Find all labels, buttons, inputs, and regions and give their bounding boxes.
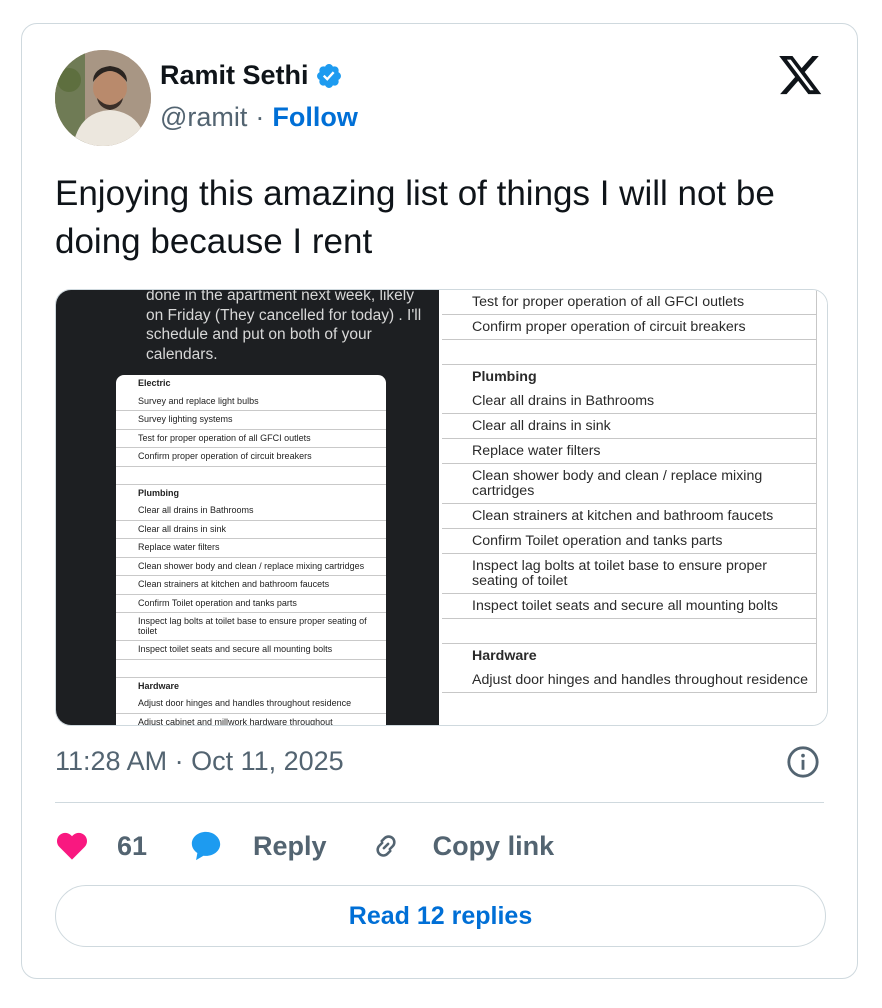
checklist-section-header: Plumbing xyxy=(442,365,817,389)
checklist-row: Adjust door hinges and handles throughou… xyxy=(116,695,386,714)
avatar-image xyxy=(55,50,151,146)
checklist-row: Inspect toilet seats and secure all moun… xyxy=(442,594,817,619)
checklist-row: Confirm proper operation of circuit brea… xyxy=(442,315,817,340)
checklist-row: Clear all drains in sink xyxy=(442,414,817,439)
follow-button[interactable]: Follow xyxy=(272,102,357,133)
checklist-row: Clear all drains in sink xyxy=(116,521,386,539)
reply-label: Reply xyxy=(253,830,327,861)
reply-button[interactable]: Reply xyxy=(189,829,327,863)
checklist-row: Replace water filters xyxy=(116,539,386,558)
checklist-blank-row xyxy=(442,619,817,644)
checklist-row: Clean shower body and clean / replace mi… xyxy=(442,464,817,504)
author-handle[interactable]: @ramit xyxy=(160,102,247,133)
link-icon xyxy=(376,835,396,857)
media-left-checklist: Electric Survey and replace light bulbs Su… xyxy=(116,375,386,725)
tweet-card: Ramit Sethi @ramit · Follow Enjoying thi… xyxy=(21,23,858,979)
info-icon[interactable] xyxy=(786,745,820,779)
author-handle-row: @ramit · Follow xyxy=(160,102,358,133)
media-right-checklist: Test for proper operation of all GFCI ou… xyxy=(442,290,827,725)
copy-link-button[interactable]: Copy link xyxy=(369,829,555,863)
speech-bubble-icon xyxy=(191,831,221,861)
checklist-row: Clear all drains in Bathrooms xyxy=(116,502,386,521)
checklist-row: Adjust cabinet and millwork hardware thr… xyxy=(116,714,386,725)
checklist-row: Adjust door hinges and handles throughou… xyxy=(442,668,817,693)
checklist-row: Survey and replace light bulbs xyxy=(116,393,386,411)
like-count: 61 xyxy=(117,830,148,861)
separator-dot: · xyxy=(255,102,265,132)
checklist-row: Inspect lag bolts at toilet base to ensu… xyxy=(442,554,817,594)
checklist-row: Clean shower body and clean / replace mi… xyxy=(116,558,386,576)
checklist-section-header: Hardware xyxy=(442,644,817,668)
avatar[interactable] xyxy=(55,50,151,146)
divider xyxy=(55,802,824,803)
checklist-blank-row xyxy=(116,660,386,678)
checklist-row: Confirm proper operation of circuit brea… xyxy=(116,448,386,467)
checklist-blank-row xyxy=(116,467,386,485)
checklist-row: Clean strainers at kitchen and bathroom … xyxy=(116,576,386,595)
checklist-row: Clear all drains in Bathrooms xyxy=(442,389,817,414)
heart-icon xyxy=(56,832,88,860)
action-bar: 61 Reply Copy link xyxy=(55,824,596,868)
checklist-row: Inspect toilet seats and secure all moun… xyxy=(116,641,386,660)
checklist-row: Replace water filters xyxy=(442,439,817,464)
x-logo-icon[interactable] xyxy=(779,56,823,96)
read-replies-button[interactable]: Read 12 replies xyxy=(55,885,826,947)
tweet-timestamp[interactable]: 11:28 AM · Oct 11, 2025 xyxy=(55,746,344,777)
tweet-text: Enjoying this amazing list of things I w… xyxy=(55,174,775,261)
checklist-row: Confirm Toilet operation and tanks parts xyxy=(442,529,817,554)
checklist-section-header: Plumbing xyxy=(138,487,179,498)
author-name[interactable]: Ramit Sethi xyxy=(160,60,309,91)
checklist-row: Survey lighting systems xyxy=(116,411,386,430)
media-left-message: done in the apartment next week, likely … xyxy=(146,289,422,363)
checklist-row: Test for proper operation of all GFCI ou… xyxy=(116,430,386,448)
checklist-row: Inspect lag bolts at toilet base to ensu… xyxy=(116,613,386,641)
like-button[interactable]: 61 xyxy=(55,829,147,863)
checklist-row: Clean strainers at kitchen and bathroom … xyxy=(442,504,817,529)
media-attachment[interactable]: done in the apartment next week, likely … xyxy=(55,289,828,726)
copy-link-label: Copy link xyxy=(432,830,555,861)
author-name-row: Ramit Sethi xyxy=(160,60,343,91)
checklist-blank-row xyxy=(442,340,817,365)
checklist-row: Confirm Toilet operation and tanks parts xyxy=(116,595,386,613)
media-left-screenshot: done in the apartment next week, likely … xyxy=(56,290,439,725)
checklist-section-header: Hardware xyxy=(138,680,180,691)
verified-badge-icon xyxy=(316,63,341,88)
checklist-row: Test for proper operation of all GFCI ou… xyxy=(442,290,817,315)
checklist-section-header: Electric xyxy=(138,378,171,388)
